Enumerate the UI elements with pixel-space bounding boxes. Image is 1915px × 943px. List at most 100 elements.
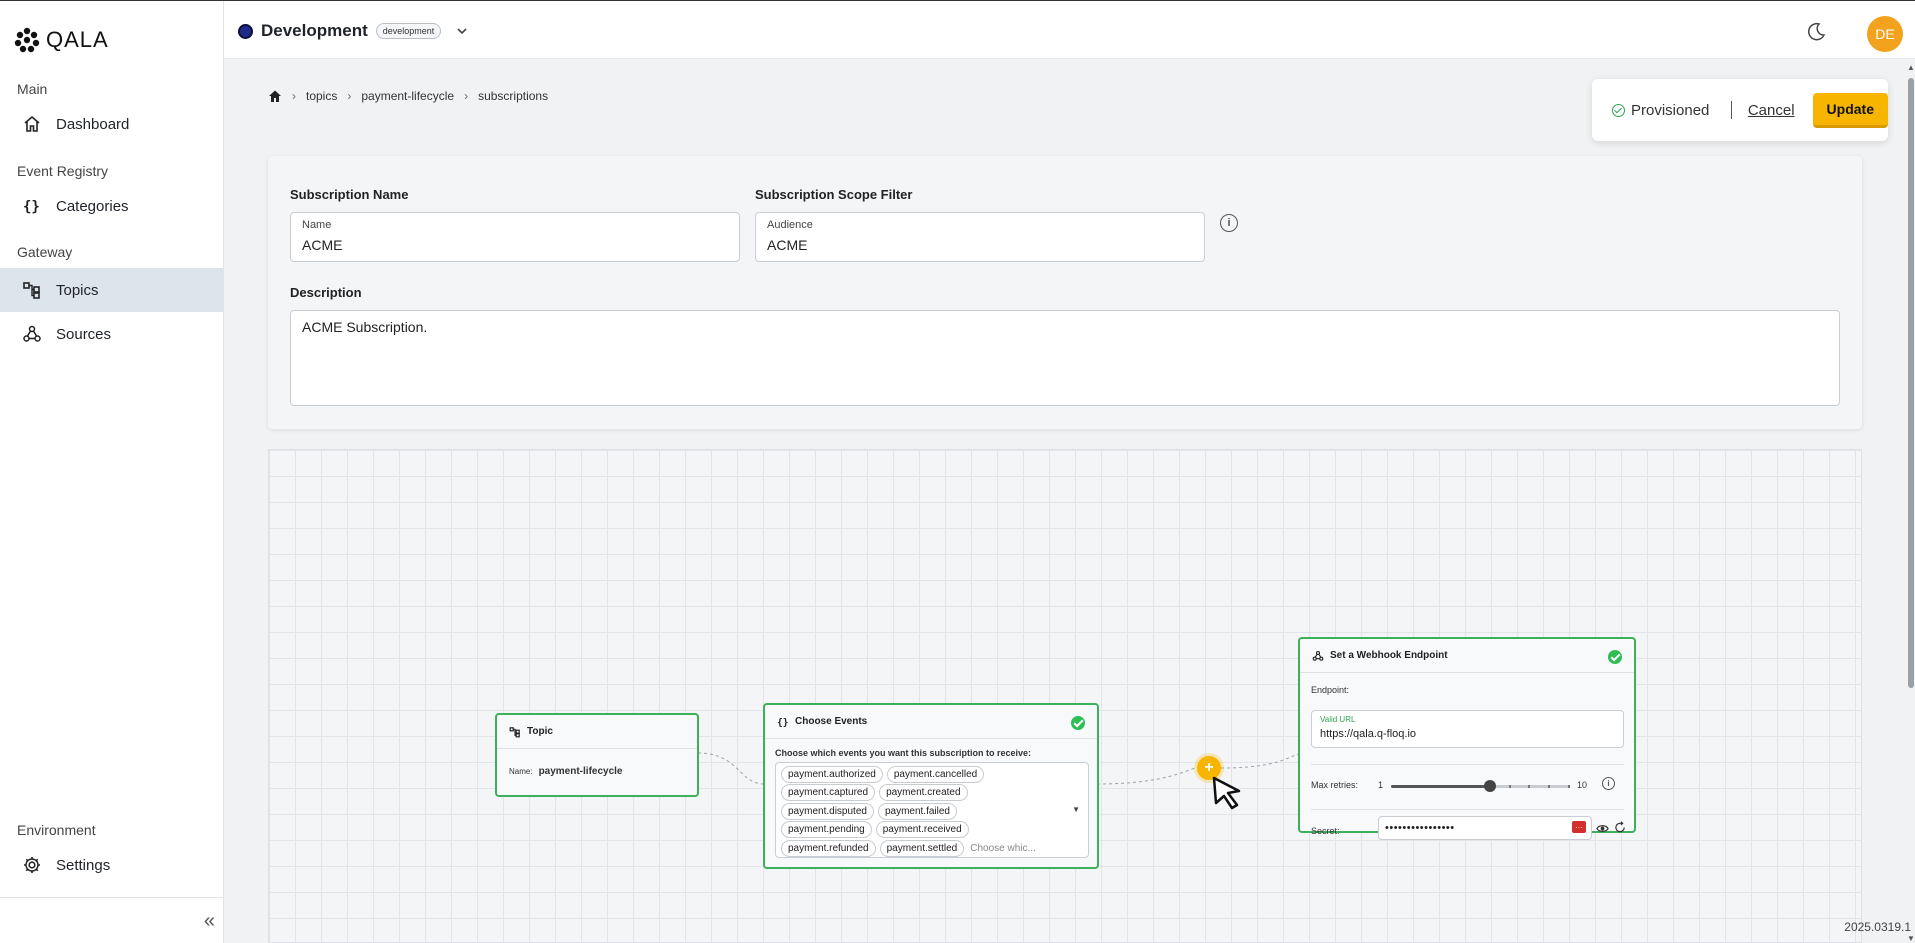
event-chip[interactable]: payment.failed	[877, 802, 957, 820]
webhook-endpoint-node[interactable]: Set a Webhook Endpoint Endpoint: Valid U…	[1298, 637, 1636, 840]
sidebar-item-dashboard[interactable]: Dashboard	[0, 102, 223, 146]
breadcrumb: › topics › payment-lifecycle › subscript…	[268, 89, 548, 103]
secret-value: ••••••••••••••••	[1385, 822, 1455, 834]
description-value: ACME Subscription.	[302, 319, 428, 335]
collapse-sidebar-button[interactable]: «	[204, 910, 215, 933]
check-circle-icon	[1612, 103, 1625, 117]
user-avatar[interactable]: DE	[1867, 16, 1903, 52]
event-chip[interactable]: payment.authorized	[781, 765, 883, 783]
environment-name: Development	[261, 21, 368, 40]
description-field[interactable]: ACME Subscription.	[290, 310, 1840, 406]
chip-row: payment.pending payment.received	[779, 821, 1085, 840]
sidebar-item-label: Settings	[56, 856, 111, 874]
home-icon[interactable]	[268, 89, 282, 103]
sidebar: QALA Main Dashboard Event Registry {} Ca…	[0, 1, 224, 943]
events-node-title: Choose Events	[795, 716, 868, 727]
topic-name-value: payment-lifecycle	[538, 766, 623, 777]
slider-tick	[1508, 785, 1511, 788]
event-chip[interactable]: payment.captured	[781, 784, 876, 802]
endpoint-url-field[interactable]: Valid URL https://qala.q-floq.io	[1311, 710, 1624, 748]
valid-url-caption: Valid URL	[1320, 715, 1356, 724]
audience-field[interactable]: Audience ACME	[755, 212, 1205, 262]
webhook-icon	[23, 325, 41, 342]
slider-thumb[interactable]	[1483, 780, 1496, 792]
event-chip[interactable]: payment.settled	[879, 839, 965, 857]
check-circle-icon	[1071, 716, 1085, 730]
subscription-name-label: Subscription Name	[290, 187, 409, 202]
secret-label: Secret:	[1311, 826, 1340, 836]
braces-icon: {}	[777, 717, 789, 727]
breadcrumb-topics[interactable]: topics	[306, 89, 337, 103]
events-search-placeholder[interactable]: Choose whic...	[970, 843, 1036, 854]
chevron-right-icon: ›	[347, 89, 352, 103]
event-chip[interactable]: payment.created	[879, 784, 968, 802]
divider	[1311, 809, 1624, 810]
retries-max: 10	[1577, 780, 1588, 790]
event-chip[interactable]: payment.pending	[781, 821, 872, 839]
info-icon[interactable]: i	[1602, 777, 1615, 790]
events-multiselect[interactable]: payment.authorized payment.cancelled pay…	[775, 762, 1089, 858]
update-button[interactable]: Update	[1812, 92, 1888, 128]
topics-icon	[23, 282, 40, 299]
topic-node[interactable]: Topic Name: payment-lifecycle	[495, 713, 699, 797]
home-icon	[24, 115, 40, 132]
sidebar-footer: «	[0, 897, 223, 943]
scrollbar-thumb[interactable]	[1908, 78, 1914, 688]
dropdown-arrow-icon[interactable]: ▼	[1072, 805, 1080, 814]
sidebar-item-sources[interactable]: Sources	[0, 312, 223, 356]
slider-tick	[1568, 785, 1570, 788]
eye-icon[interactable]	[1596, 822, 1609, 835]
sidebar-item-topics[interactable]: Topics	[0, 268, 223, 312]
audience-caption: Audience	[767, 219, 813, 231]
flow-canvas[interactable]: Topic Name: payment-lifecycle {} Choose …	[268, 449, 1862, 943]
scroll-up-icon[interactable]: ▲	[1907, 63, 1915, 72]
event-chip[interactable]: payment.refunded	[781, 839, 876, 857]
cancel-button[interactable]: Cancel	[1748, 102, 1795, 119]
dark-mode-moon-icon[interactable]	[1805, 21, 1827, 43]
qala-logo-icon	[14, 27, 40, 53]
sidebar-item-settings[interactable]: Settings	[0, 843, 223, 887]
events-prompt: Choose which events you want this subscr…	[775, 748, 1032, 758]
breadcrumb-topic[interactable]: payment-lifecycle	[361, 89, 454, 103]
description-label: Description	[290, 285, 362, 300]
topics-icon	[509, 726, 520, 737]
svg-text:{}: {}	[23, 199, 40, 215]
password-manager-icon[interactable]: ···	[1572, 821, 1586, 833]
environment-selector[interactable]: Development development	[238, 21, 469, 41]
name-field[interactable]: Name ACME	[290, 212, 740, 262]
event-chip[interactable]: payment.received	[875, 821, 969, 839]
topic-name-label: Name:	[509, 767, 533, 776]
slider-fill	[1391, 785, 1490, 788]
chip-row: payment.authorized payment.cancelled	[779, 765, 1085, 784]
chip-row: payment.disputed payment.failed	[779, 802, 1085, 821]
scroll-down-icon[interactable]: ▼	[1907, 934, 1915, 943]
sidebar-item-label: Categories	[56, 197, 129, 215]
divider	[1311, 764, 1624, 765]
max-retries-slider[interactable]	[1391, 780, 1570, 792]
event-chip[interactable]: payment.cancelled	[886, 765, 985, 783]
regenerate-icon[interactable]	[1614, 821, 1627, 834]
choose-events-node[interactable]: {} Choose Events Choose which events you…	[763, 703, 1099, 869]
app-logo[interactable]: QALA	[12, 25, 109, 55]
secret-field[interactable]: •••••••••••••••• ···	[1378, 816, 1592, 840]
webhook-node-header: Set a Webhook Endpoint	[1300, 639, 1634, 673]
action-bar: Provisioned Cancel Update	[1592, 79, 1888, 141]
section-event-registry-title: Event Registry	[17, 163, 109, 179]
chevron-down-icon[interactable]	[455, 24, 469, 38]
info-icon[interactable]: i	[1220, 214, 1238, 232]
top-header: Development development DE	[224, 1, 1915, 59]
logo-text: QALA	[46, 27, 109, 52]
event-chip[interactable]: payment.disputed	[781, 802, 874, 820]
events-node-header: {} Choose Events	[765, 705, 1097, 739]
environment-dot-icon	[238, 23, 253, 39]
svg-text:{}: {}	[777, 717, 789, 727]
section-gateway-title: Gateway	[17, 244, 73, 260]
page-scrollbar[interactable]: ▲ ▼	[1906, 60, 1915, 943]
topic-node-title: Topic	[527, 726, 553, 737]
webhook-node-title: Set a Webhook Endpoint	[1330, 650, 1448, 661]
secret-row: Secret: •••••••••••••••• ···	[1311, 815, 1627, 841]
chip-row: payment.refunded payment.settled Choose …	[779, 839, 1085, 858]
sidebar-item-categories[interactable]: {} Categories	[0, 184, 223, 228]
subscription-form: Subscription Name Name ACME Subscription…	[268, 156, 1862, 429]
name-value: ACME	[302, 237, 343, 253]
